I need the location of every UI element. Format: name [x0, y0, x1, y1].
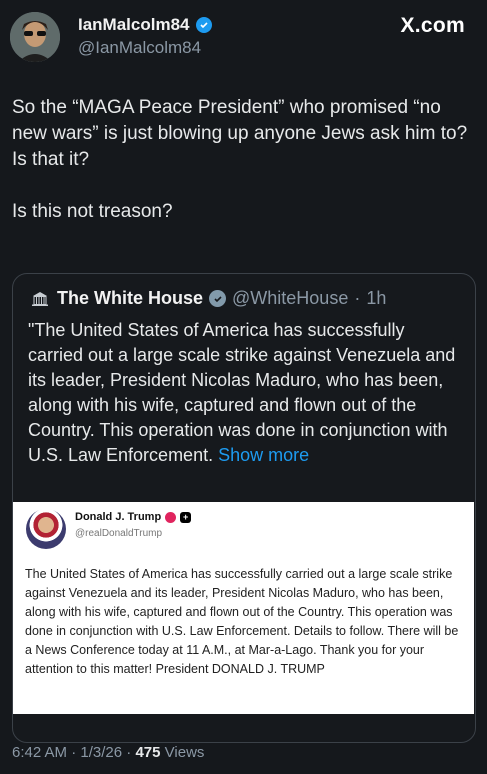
- author-avatar[interactable]: [10, 12, 60, 62]
- card-author-row: Donald J. Trump +: [75, 511, 192, 523]
- white-house-logo-icon: [29, 290, 51, 308]
- pink-verified-icon: [165, 511, 177, 523]
- card-author-name: Donald J. Trump: [75, 511, 162, 523]
- views-count: 475: [135, 744, 161, 761]
- quoted-post[interactable]: The White House @WhiteHouse · 1h "The Un…: [12, 273, 476, 743]
- separator: ·: [354, 288, 361, 308]
- separator: ·: [71, 744, 77, 761]
- x-logo: X.com: [400, 14, 465, 37]
- quoted-author-name[interactable]: The White House: [57, 288, 203, 309]
- embedded-screenshot-card: Donald J. Trump + @realDonaldTrump The U…: [13, 502, 474, 714]
- trump-avatar: [26, 509, 66, 549]
- card-text: The United States of America has success…: [25, 567, 459, 676]
- quoted-post-age: 1h: [366, 288, 387, 308]
- author-name[interactable]: IanMalcolm84: [78, 15, 190, 35]
- quoted-post-text: "The United States of America has succes…: [28, 318, 460, 468]
- verified-badge-icon: [195, 17, 212, 33]
- post-text: So the “MAGA Peace President” who promis…: [12, 97, 468, 222]
- quoted-post-body: "The United States of America has succes…: [28, 320, 456, 465]
- post-time[interactable]: 6:42 AM: [12, 744, 67, 761]
- plus-badge-icon: +: [180, 511, 192, 523]
- views-label: Views: [164, 744, 205, 761]
- author-handle[interactable]: @IanMalcolm84: [78, 38, 201, 58]
- card-author-handle: @realDonaldTrump: [75, 528, 163, 539]
- show-more-link[interactable]: Show more: [218, 445, 309, 465]
- government-badge-icon: [209, 290, 227, 307]
- post-meta: 6:42 AM · 1/3/26 · 475 Views: [12, 744, 204, 761]
- separator: ·: [126, 744, 132, 761]
- author-name-row[interactable]: IanMalcolm84: [78, 15, 212, 35]
- quoted-post-header: The White House @WhiteHouse · 1h: [29, 288, 386, 309]
- post-date[interactable]: 1/3/26: [80, 744, 122, 761]
- quoted-author-handle[interactable]: @WhiteHouse: [232, 288, 348, 309]
